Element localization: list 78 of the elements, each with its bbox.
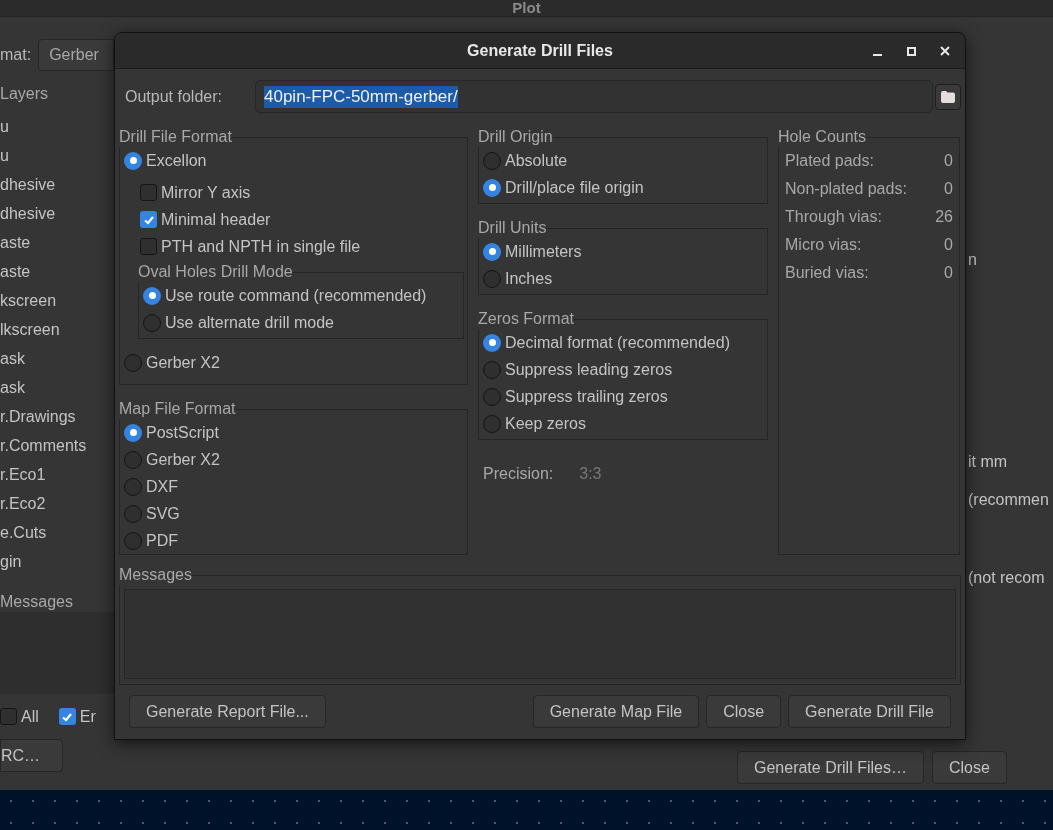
layer-item[interactable]: u <box>0 141 114 170</box>
output-folder-label: Output folder: <box>125 86 223 107</box>
layer-item[interactable]: lkscreen <box>0 315 114 344</box>
radio-button[interactable]: PostScript <box>124 419 463 446</box>
group-title: Messages <box>0 592 74 612</box>
format-label: mat: <box>0 45 32 65</box>
count-value: 26 <box>935 207 953 227</box>
radio-button[interactable]: Absolute <box>483 147 763 174</box>
precision-value: 3:3 <box>579 464 602 484</box>
radio-button[interactable]: Use alternate drill mode <box>143 309 459 336</box>
count-label: Plated pads: <box>785 151 874 171</box>
group-title: Hole Counts <box>778 127 867 147</box>
count-value: 0 <box>944 263 953 283</box>
drc-button[interactable]: RC… <box>0 739 63 772</box>
dialog-button[interactable]: Close <box>706 695 782 728</box>
layer-item[interactable]: ask <box>0 344 114 373</box>
checkbox[interactable]: All <box>0 703 39 730</box>
group-title: Drill Origin <box>478 127 553 147</box>
group-title: Drill File Format <box>119 127 232 147</box>
group-title: Zeros Format <box>478 309 574 329</box>
option-label: it mm <box>968 452 1009 472</box>
radio-button[interactable]: Keep zeros <box>483 410 763 437</box>
option-label: (recommen <box>968 490 1050 510</box>
count-label: Micro vias: <box>785 235 862 255</box>
folder-icon[interactable] <box>935 83 961 110</box>
layer-item[interactable]: e.Cuts <box>0 518 114 547</box>
count-value: 0 <box>944 235 953 255</box>
format-dropdown[interactable]: Gerber <box>38 39 114 71</box>
layer-item[interactable]: ask <box>0 373 114 402</box>
layer-item[interactable]: u <box>0 112 114 141</box>
radio-button[interactable]: Use route command (recommended) <box>143 282 459 309</box>
count-value: 0 <box>944 179 953 199</box>
precision-label: Precision: <box>483 464 554 484</box>
layer-item[interactable]: gin <box>0 547 114 576</box>
group-title: Messages <box>119 565 192 585</box>
radio-button[interactable]: Excellon <box>124 147 463 174</box>
layer-item[interactable]: dhesive <box>0 170 114 199</box>
radio-button[interactable]: Suppress trailing zeros <box>483 383 763 410</box>
option-label: (not recom <box>968 568 1046 588</box>
count-label: Through vias: <box>785 207 882 227</box>
group-title: Drill Units <box>478 218 547 238</box>
option-label: n <box>968 250 978 270</box>
layer-item[interactable]: aste <box>0 228 114 257</box>
checkbox[interactable]: PTH and NPTH in single file <box>140 233 463 260</box>
layer-item[interactable]: r.Eco1 <box>0 460 114 489</box>
dialog-button[interactable]: Generate Report File... <box>129 695 326 728</box>
radio-button[interactable]: DXF <box>124 473 463 500</box>
radio-button[interactable]: PDF <box>124 527 463 554</box>
checkbox[interactable]: Mirror Y axis <box>140 179 463 206</box>
group-title: Map File Format <box>119 399 236 419</box>
count-label: Buried vias: <box>785 263 869 283</box>
dialog-button[interactable]: Generate Drill Files… <box>737 751 924 784</box>
layer-item[interactable]: r.Eco2 <box>0 489 114 518</box>
dialog-button[interactable]: Generate Map File <box>532 695 700 728</box>
count-label: Non-plated pads: <box>785 179 907 199</box>
layer-item[interactable]: r.Drawings <box>0 402 114 431</box>
radio-button[interactable]: SVG <box>124 500 463 527</box>
radio-button[interactable]: Decimal format (recommended) <box>483 329 763 356</box>
dialog-title: Generate Drill Files <box>467 40 613 61</box>
radio-button[interactable]: Suppress leading zeros <box>483 356 763 383</box>
dialog-button[interactable]: Close <box>931 751 1007 784</box>
dialog-button[interactable]: Generate Drill File <box>788 695 951 728</box>
layer-item[interactable]: dhesive <box>0 199 114 228</box>
checkbox[interactable]: Er <box>58 703 96 730</box>
radio-button[interactable]: Gerber X2 <box>124 446 463 473</box>
layer-item[interactable]: r.Comments <box>0 431 114 460</box>
layer-item[interactable]: kscreen <box>0 286 114 315</box>
radio-button[interactable]: Gerber X2 <box>124 349 463 376</box>
layer-item[interactable]: aste <box>0 257 114 286</box>
window-title: Plot <box>512 0 541 16</box>
radio-button[interactable]: Inches <box>483 265 763 292</box>
group-title: Layers <box>0 84 50 104</box>
group-title: Oval Holes Drill Mode <box>138 262 293 282</box>
count-value: 0 <box>944 151 953 171</box>
radio-button[interactable]: Drill/place file origin <box>483 174 763 201</box>
checkbox[interactable]: Minimal header <box>140 206 463 233</box>
radio-button[interactable]: Millimeters <box>483 238 763 265</box>
output-folder-field[interactable]: 40pin-FPC-50mm-gerber/ <box>255 80 933 113</box>
